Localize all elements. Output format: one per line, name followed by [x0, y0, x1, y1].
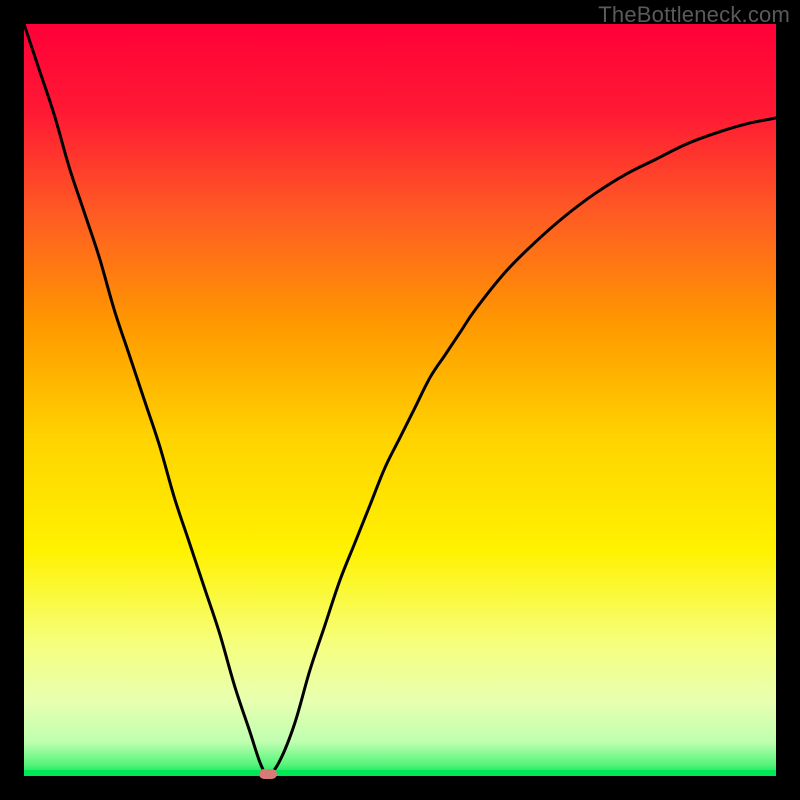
minimum-marker	[259, 769, 277, 779]
gradient-background	[24, 24, 776, 776]
watermark-text: TheBottleneck.com	[598, 2, 790, 28]
optimum-band	[24, 770, 776, 776]
bottleneck-plot	[24, 24, 776, 776]
plot-frame	[24, 24, 776, 776]
